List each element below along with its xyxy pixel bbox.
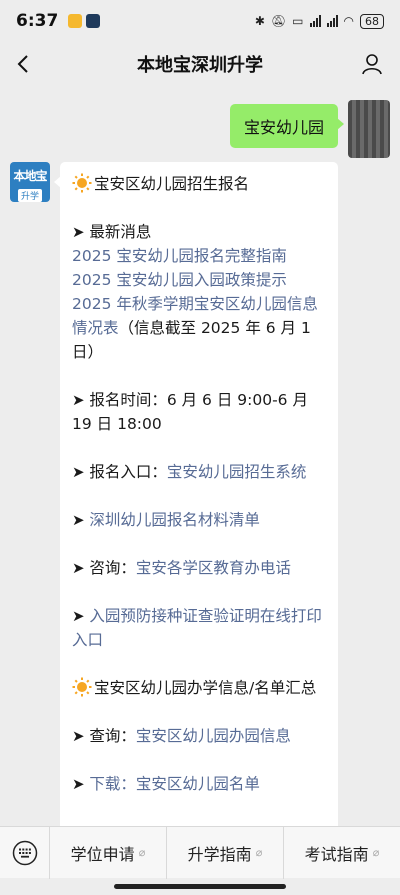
vaccine-line: ➤ 入园预防接种证查验证明在线打印入口	[72, 604, 326, 652]
user-profile-icon[interactable]	[358, 50, 386, 78]
app-notification-icon	[68, 14, 83, 28]
battery-indicator: 68	[360, 13, 384, 29]
link-clip-icon: ⌀	[372, 846, 380, 859]
menu-item-label: 考试指南	[304, 844, 369, 864]
arrow-bullet-icon: ➤	[72, 223, 90, 241]
signal-icon	[309, 15, 321, 27]
education-office-phone-link[interactable]: 宝安各学区教育办电话	[136, 559, 291, 577]
bot-avatar[interactable]: 本地宝 升学	[10, 162, 50, 202]
status-indicators: ✱ 🔕︎ ▭ ◠ 68	[254, 13, 384, 29]
section2-title: 宝安区幼儿园办学信息/名单汇总	[94, 679, 317, 697]
back-arrow-icon[interactable]	[10, 50, 38, 78]
app-notification-icon	[86, 14, 101, 28]
menu-item-label: 升学指南	[187, 844, 252, 864]
bottom-menu: 学位申请 ⌀ 升学指南 ⌀ 考试指南 ⌀	[0, 826, 400, 879]
menu-item-label: 学位申请	[70, 844, 135, 864]
guide-link[interactable]: 2025 宝安幼儿园报名完整指南	[72, 247, 287, 265]
query-line: ➤ 查询：宝安区幼儿园办园信息	[72, 724, 326, 748]
arrow-bullet-icon: ➤	[72, 775, 90, 793]
materials-list-link[interactable]: 深圳幼儿园报名材料清单	[89, 511, 260, 529]
mute-bell-icon: 🔕︎	[270, 14, 287, 28]
arrow-bullet-icon: ➤	[72, 607, 90, 625]
consult-line: ➤ 咨询：宝安各学区教育办电话	[72, 556, 326, 580]
sun-emoji-icon	[72, 173, 92, 193]
menu-item-admission-guide[interactable]: 升学指南 ⌀	[167, 826, 284, 879]
wifi-icon: ◠	[343, 14, 354, 28]
reply-title-line: 宝安区幼儿园招生报名	[72, 172, 326, 196]
arrow-bullet-icon: ➤	[72, 463, 90, 481]
user-avatar[interactable]	[348, 100, 390, 158]
consult-label: 咨询：	[89, 559, 136, 577]
home-indicator[interactable]	[114, 884, 286, 889]
materials-line: ➤ 深圳幼儿园报名材料清单	[72, 508, 326, 532]
link-clip-icon: ⌀	[255, 846, 263, 859]
download-line: ➤ 下载：宝安区幼儿园名单	[72, 772, 326, 796]
status-time: 6:37	[16, 11, 59, 31]
section2-title-line: 宝安区幼儿园办学信息/名单汇总	[72, 676, 326, 700]
bot-avatar-text: 本地宝	[13, 169, 47, 183]
keyboard-icon	[12, 840, 37, 865]
signal-icon	[326, 15, 338, 27]
menu-item-exam-guide[interactable]: 考试指南 ⌀	[284, 827, 400, 879]
keyboard-toggle-button[interactable]	[0, 826, 50, 879]
bot-reply-bubble[interactable]: 宝安区幼儿园招生报名 ➤ 最新消息 2025 宝安幼儿园报名完整指南 2025 …	[54, 162, 338, 826]
page-title: 本地宝深圳升学	[137, 55, 263, 76]
chat-area[interactable]: 宝安幼儿园 本地宝 升学 宝安区幼儿园招生报名 ➤ 最新消息 2025 宝安幼儿…	[0, 86, 400, 826]
arrow-bullet-icon: ➤	[72, 727, 90, 745]
menu-item-degree-application[interactable]: 学位申请 ⌀	[50, 826, 167, 879]
registration-time-line: ➤ 报名时间：6 月 6 日 9:00-6 月 19 日 18:00	[72, 388, 326, 436]
nav-bar: 本地宝深圳升学	[0, 42, 400, 86]
enrollment-system-link[interactable]: 宝安幼儿园招生系统	[167, 463, 307, 481]
arrow-bullet-icon: ➤	[72, 511, 90, 529]
bluetooth-icon: ✱	[254, 14, 265, 28]
arrow-bullet-icon: ➤	[72, 391, 90, 409]
user-message-row: 宝安幼儿园	[229, 100, 390, 158]
kindergarten-list-link[interactable]: 下载：宝安区幼儿园名单	[89, 775, 260, 793]
bot-avatar-subtext: 升学	[17, 189, 42, 202]
reply-title: 宝安区幼儿园招生报名	[94, 175, 250, 193]
arrow-bullet-icon: ➤	[72, 559, 90, 577]
query-label: 查询：	[89, 727, 136, 745]
sun-emoji-icon	[72, 677, 92, 697]
latest-news-block: ➤ 最新消息 2025 宝安幼儿园报名完整指南 2025 宝安幼儿园入园政策提示…	[72, 220, 326, 364]
status-bar: 6:37 ✱ 🔕︎ ▭ ◠ 68	[0, 0, 400, 42]
registration-time: 报名时间：6 月 6 日 9:00-6 月 19 日 18:00	[72, 391, 308, 433]
link-clip-icon: ⌀	[138, 846, 146, 859]
policy-link[interactable]: 2025 宝安幼儿园入园政策提示	[72, 271, 287, 289]
vaccine-certificate-link[interactable]: 入园预防接种证查验证明在线打印入口	[72, 607, 322, 649]
latest-news-label: 最新消息	[89, 223, 152, 241]
kindergarten-info-link[interactable]: 宝安区幼儿园办园信息	[136, 727, 291, 745]
registration-entry-label: 报名入口：	[89, 463, 167, 481]
laptop-icon: ▭	[292, 14, 304, 28]
user-message-bubble[interactable]: 宝安幼儿园	[229, 104, 345, 148]
registration-entry-line: ➤ 报名入口：宝安幼儿园招生系统	[72, 460, 326, 484]
status-app-icons	[68, 14, 101, 28]
